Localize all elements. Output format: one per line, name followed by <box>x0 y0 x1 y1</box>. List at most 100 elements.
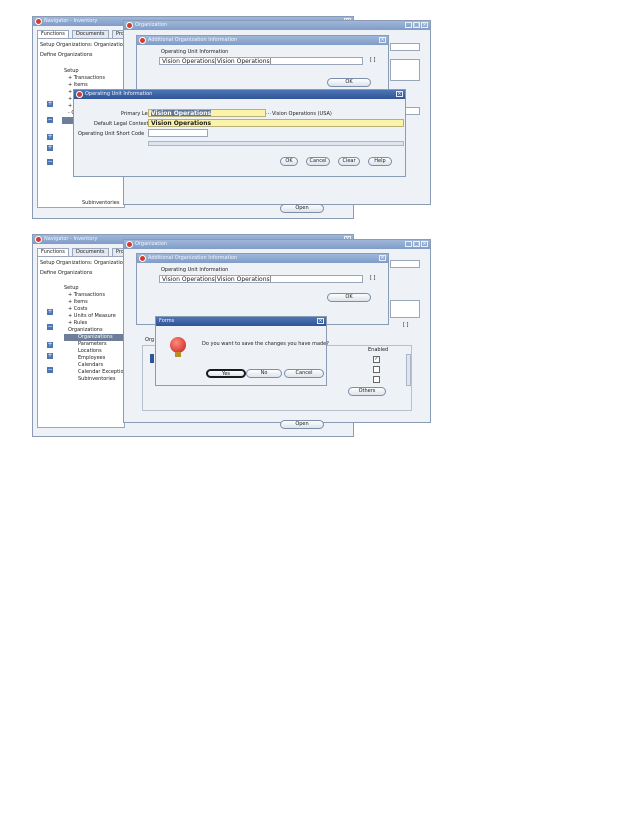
flex-brackets[interactable]: [ ] <box>403 322 409 328</box>
flex-brackets[interactable]: [ ] <box>370 275 376 281</box>
classification-window: Additional Organization Information × Op… <box>136 253 389 325</box>
ou-dialog-titlebar: Operating Unit Information × <box>74 90 405 99</box>
expand-branch-icon[interactable]: + <box>47 145 53 151</box>
classification-titlebar: Additional Organization Information × <box>137 36 388 45</box>
cancel-button[interactable]: Cancel <box>284 369 324 378</box>
tree-item[interactable]: Calendar Exception <box>64 369 128 376</box>
ou-info-field[interactable]: Vision Operations|Vision Operations| <box>159 275 363 283</box>
tree-item[interactable]: + Transactions <box>64 75 122 82</box>
close-icon[interactable]: × <box>396 91 403 97</box>
tree-selected-item[interactable]: Organizations <box>64 334 128 341</box>
tree-item[interactable]: + Items <box>64 299 128 306</box>
short-code-field[interactable] <box>148 129 208 137</box>
tree-item[interactable]: + Costs <box>64 306 128 313</box>
ok-button[interactable]: OK <box>327 293 371 302</box>
enabled-checkbox[interactable] <box>373 366 380 373</box>
forms-dialog-titlebar: Forms × <box>156 317 326 326</box>
primary-ledger-field[interactable]: Vision Operations <box>148 109 266 117</box>
setup-org-label: Setup Organizations: Organizatio <box>40 42 123 48</box>
ok-button[interactable]: OK <box>280 157 298 166</box>
enabled-checkbox[interactable] <box>373 376 380 383</box>
tab-documents[interactable]: Documents <box>72 248 109 256</box>
tree-item[interactable]: + Transactions <box>64 292 128 299</box>
tree-item[interactable]: Subinventories <box>64 376 128 383</box>
expand-icon[interactable]: + <box>47 101 53 107</box>
ou-info-label: Operating Unit Information <box>161 49 229 55</box>
bottom-screenshot: Navigator - Inventory × Functions Docume… <box>0 228 638 442</box>
clear-button[interactable]: Clear <box>338 157 360 166</box>
enabled-checkbox[interactable]: ✓ <box>373 356 380 363</box>
tree-item[interactable]: Setup <box>64 285 128 292</box>
tab-functions[interactable]: Functions <box>37 248 69 256</box>
tree-item[interactable]: + Units of Measure <box>64 313 128 320</box>
collapse-all-icon[interactable]: − <box>47 367 53 373</box>
collapse-icon[interactable]: − <box>47 324 53 330</box>
open-button[interactable]: Open <box>280 420 324 429</box>
tree-item[interactable]: Parameters <box>64 341 128 348</box>
lov-icon[interactable]: … <box>266 110 271 116</box>
record-indicator <box>150 354 154 363</box>
cancel-button[interactable]: Cancel <box>306 157 330 166</box>
org-type-field[interactable] <box>390 59 420 81</box>
nav-tree[interactable]: Setup + Transactions + Items + Costs + U… <box>64 285 128 383</box>
setup-org-label: Setup Organizations: Organizatio <box>40 260 123 266</box>
organization-titlebar: Organization _ □ × <box>124 21 430 30</box>
expand-all-icon[interactable]: + <box>47 342 53 348</box>
organization-title: Organization <box>135 22 167 28</box>
classification-titlebar: Additional Organization Information × <box>137 254 388 263</box>
tree-item[interactable]: Organizations <box>64 327 128 334</box>
org-name-field[interactable] <box>390 260 420 268</box>
close-icon[interactable]: × <box>379 37 386 43</box>
open-button[interactable]: Open <box>280 204 324 213</box>
primary-ledger-value: Vision Operations <box>151 110 212 117</box>
close-icon[interactable]: × <box>421 241 428 247</box>
tree-item[interactable]: Employees <box>64 355 128 362</box>
close-icon[interactable]: × <box>421 22 428 28</box>
org-name-field[interactable] <box>390 43 420 51</box>
close-icon[interactable]: × <box>317 318 324 324</box>
minimize-icon[interactable]: _ <box>405 241 412 247</box>
forms-dialog-title: Forms <box>159 318 175 324</box>
oracle-logo-icon <box>35 236 42 243</box>
top-screenshot: Navigator - Inventory × Functions Docume… <box>0 0 638 228</box>
close-icon[interactable]: × <box>379 255 386 261</box>
navigator-title: Navigator - Inventory <box>44 18 98 24</box>
expand-branch-icon[interactable]: + <box>47 353 53 359</box>
ok-button[interactable]: OK <box>327 78 371 87</box>
org-type-field[interactable] <box>390 300 420 318</box>
flex-brackets[interactable]: [ ] <box>370 57 376 63</box>
expand-icon[interactable]: + <box>47 309 53 315</box>
classification-title: Additional Organization Information <box>148 37 238 43</box>
ou-info-field[interactable]: Vision Operations|Vision Operations| <box>159 57 363 65</box>
short-code-label: Operating Unit Short Code <box>78 131 145 137</box>
maximize-icon[interactable]: □ <box>413 22 420 28</box>
tree-item[interactable]: + Items <box>64 82 122 89</box>
navigator-title: Navigator - Inventory <box>44 236 98 242</box>
collapse-icon[interactable]: − <box>47 117 53 123</box>
oracle-logo-icon <box>126 22 133 29</box>
others-button[interactable]: Others <box>348 387 386 396</box>
org-classification-label: Org <box>145 337 155 343</box>
no-button[interactable]: No <box>246 369 282 378</box>
tree-item[interactable]: Locations <box>64 348 128 355</box>
maximize-icon[interactable]: □ <box>413 241 420 247</box>
tree-item[interactable]: + Rules <box>64 320 128 327</box>
expand-all-icon[interactable]: + <box>47 134 53 140</box>
tree-item-subinventories[interactable]: Subinventories <box>82 200 119 206</box>
tab-documents[interactable]: Documents <box>72 30 109 38</box>
legal-context-field[interactable]: Vision Operations <box>148 119 404 127</box>
help-button[interactable]: Help <box>368 157 392 166</box>
horizontal-scrollbar[interactable] <box>148 141 404 146</box>
collapse-all-icon[interactable]: − <box>47 159 53 165</box>
alert-icon-stand <box>175 352 181 357</box>
oracle-logo-icon <box>139 37 146 44</box>
yes-button[interactable]: Yes <box>206 369 246 378</box>
tab-functions[interactable]: Functions <box>37 30 69 38</box>
oracle-logo-icon <box>35 18 42 25</box>
organization-titlebar: Organization _ □ × <box>124 240 430 249</box>
vertical-scrollbar[interactable] <box>406 354 411 386</box>
save-changes-message: Do you want to save the changes you have… <box>202 341 329 347</box>
tree-item[interactable]: Calendars <box>64 362 128 369</box>
tree-item[interactable]: Setup <box>64 68 122 75</box>
minimize-icon[interactable]: _ <box>405 22 412 28</box>
